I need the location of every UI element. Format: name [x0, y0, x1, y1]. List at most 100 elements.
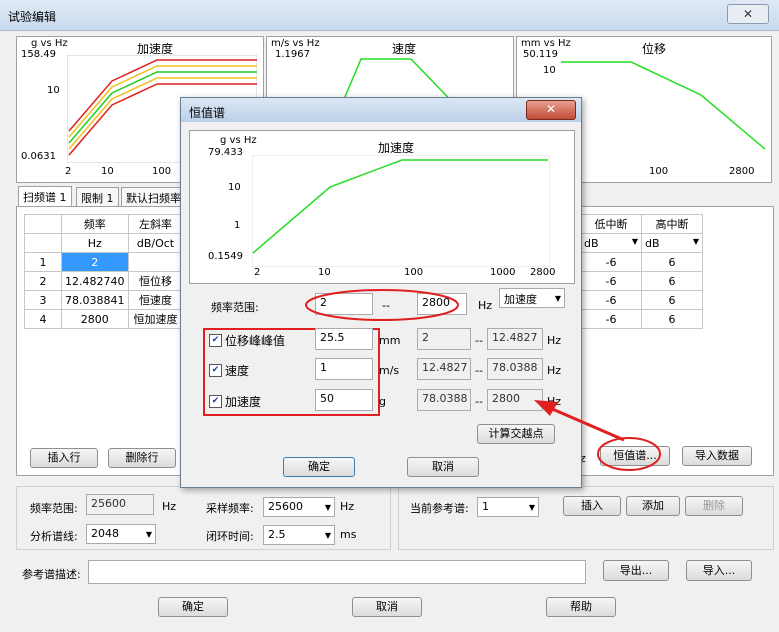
- row-hz: Hz: [547, 334, 562, 347]
- x-tick-3: 100: [152, 166, 172, 177]
- ref-spectrum-select[interactable]: 1 ▼: [477, 497, 539, 517]
- row-unit: m/s: [379, 364, 400, 377]
- chevron-down-icon: ▼: [528, 503, 535, 512]
- ref-desc-input[interactable]: [88, 560, 586, 584]
- x-tick-2: 2800: [729, 166, 755, 177]
- annotation-circle-range: [305, 289, 459, 321]
- chevron-down-icon: ▼: [631, 236, 638, 246]
- checkbox-acceleration[interactable]: ✔: [209, 395, 222, 408]
- col-unit-freq: Hz: [61, 233, 129, 253]
- velocity-value-input[interactable]: 1: [315, 358, 373, 380]
- window-title: 试验编辑: [8, 10, 57, 24]
- col-header-slope: 左斜率: [127, 214, 184, 234]
- annotation-arrow: [534, 400, 625, 442]
- add-button[interactable]: 添加: [626, 496, 680, 516]
- spectral-lines-select[interactable]: 2048 ▼: [86, 524, 156, 544]
- y-tick-3: 1: [234, 220, 241, 231]
- y-tick-2: 10: [228, 182, 241, 193]
- x-tick-5: 2800: [530, 267, 556, 278]
- delete-row-button[interactable]: 删除行: [108, 448, 176, 468]
- table-row[interactable]: -6 6: [580, 309, 703, 329]
- x-tick-4: 1000: [490, 267, 516, 278]
- chart-unit-label: g vs Hz: [31, 38, 68, 49]
- row-separator: --: [475, 334, 483, 347]
- dialog-title: 恒值谱: [189, 106, 226, 120]
- acceleration-value-input[interactable]: 50: [315, 389, 373, 411]
- freq-range-unit: Hz: [162, 500, 177, 513]
- y-tick-max: 158.49: [21, 49, 56, 60]
- row-unit: g: [379, 395, 386, 408]
- x-tick-3: 100: [404, 267, 424, 278]
- export-button[interactable]: 导出...: [603, 560, 669, 581]
- table-row[interactable]: -6 6: [580, 290, 703, 310]
- dialog-close-button[interactable]: ✕: [526, 100, 576, 120]
- loop-time-select[interactable]: 2.5 ▼: [263, 525, 335, 545]
- quantity-type-select[interactable]: 加速度 ▼: [499, 288, 565, 308]
- row-separator: --: [475, 364, 483, 377]
- row-hz: Hz: [547, 364, 562, 377]
- chart-title: 加速度: [378, 141, 415, 155]
- ok-button[interactable]: 确定: [158, 597, 228, 617]
- range-unit: Hz: [478, 299, 493, 312]
- loop-time-unit: ms: [340, 528, 357, 541]
- y-tick-1: 79.433: [208, 147, 243, 158]
- dialog-titlebar: [181, 98, 581, 122]
- sample-rate-label: 采样频率:: [206, 502, 254, 515]
- tab-sweep-spectrum[interactable]: 扫频谱 1: [18, 186, 72, 207]
- window-close-button[interactable]: ✕: [727, 4, 769, 24]
- y-tick-mid: 10: [47, 85, 60, 96]
- import-button[interactable]: 导入...: [686, 560, 752, 581]
- table-row[interactable]: 12: [24, 252, 184, 272]
- row-from-field: 78.0388: [417, 389, 471, 411]
- tab-limit[interactable]: 限制 1: [76, 187, 119, 208]
- y-tick-min: 0.0631: [21, 151, 56, 162]
- row-to-field: 12.4827: [487, 328, 543, 350]
- y-tick-mid: 10: [543, 65, 556, 76]
- displacement-value-input[interactable]: 25.5: [315, 328, 373, 350]
- row-separator: --: [475, 395, 483, 408]
- tab-default-sweep[interactable]: 默认扫频率: [121, 187, 186, 208]
- dialog-chart: g vs Hz 加速度 79.433 10 1 0.1549 2 10 100 …: [189, 130, 575, 284]
- chart-unit-label: mm vs Hz: [521, 38, 571, 49]
- sample-rate-unit: Hz: [340, 500, 355, 513]
- sample-rate-select[interactable]: 25600 ▼: [263, 497, 335, 517]
- help-button[interactable]: 帮助: [546, 597, 616, 617]
- table-row[interactable]: -6 6: [580, 271, 703, 291]
- dialog-curve: [252, 155, 550, 267]
- cancel-button[interactable]: 取消: [352, 597, 422, 617]
- x-tick-1: 2: [254, 267, 261, 278]
- table-row[interactable]: 4 2800 恒加速度: [24, 309, 184, 329]
- row-label: 位移峰峰值: [225, 334, 286, 348]
- row-label: 加速度: [225, 395, 262, 409]
- chevron-down-icon: ▼: [554, 294, 561, 303]
- breakpoint-table: 低中断 高中断 dB ▼ dB ▼ -6 6 -6 6 -6 6 -6 6: [580, 214, 703, 329]
- chart-unit-label: m/s vs Hz: [271, 38, 320, 49]
- x-tick-2: 10: [101, 166, 114, 177]
- y-tick-max: 50.119: [523, 49, 558, 60]
- freq-range-field: 25600: [86, 494, 154, 515]
- dialog-ok-button[interactable]: 确定: [283, 457, 355, 477]
- dialog-cancel-button[interactable]: 取消: [407, 457, 479, 477]
- ref-spectrum-label: 当前参考谱:: [410, 502, 469, 515]
- x-tick-2: 10: [318, 267, 331, 278]
- import-data-button[interactable]: 导入数据: [682, 446, 752, 466]
- insert-row-button[interactable]: 插入行: [30, 448, 98, 468]
- freq-range-label: 频率范围:: [30, 502, 78, 515]
- window-titlebar: [0, 0, 779, 31]
- row-from-field: 12.4827: [417, 358, 471, 380]
- insert-button[interactable]: 插入: [563, 496, 621, 516]
- chevron-down-icon: ▼: [145, 530, 152, 539]
- chart-unit-label: g vs Hz: [220, 135, 257, 146]
- checkbox-displacement[interactable]: ✔: [209, 334, 222, 347]
- col-unit-slope: dB/Oct: [127, 233, 184, 253]
- chevron-down-icon: ▼: [692, 236, 699, 246]
- x-tick-1: 2: [65, 166, 72, 177]
- col-header-freq: 频率: [61, 214, 129, 234]
- table-row[interactable]: 3 78.038841 恒速度: [24, 290, 184, 310]
- table-row[interactable]: -6 6: [580, 252, 703, 272]
- chevron-down-icon: ▼: [324, 531, 331, 540]
- row-from-field: 2: [417, 328, 471, 350]
- checkbox-velocity[interactable]: ✔: [209, 364, 222, 377]
- range-label: 频率范围:: [211, 301, 259, 314]
- table-row[interactable]: 2 12.482740 恒位移: [24, 271, 184, 291]
